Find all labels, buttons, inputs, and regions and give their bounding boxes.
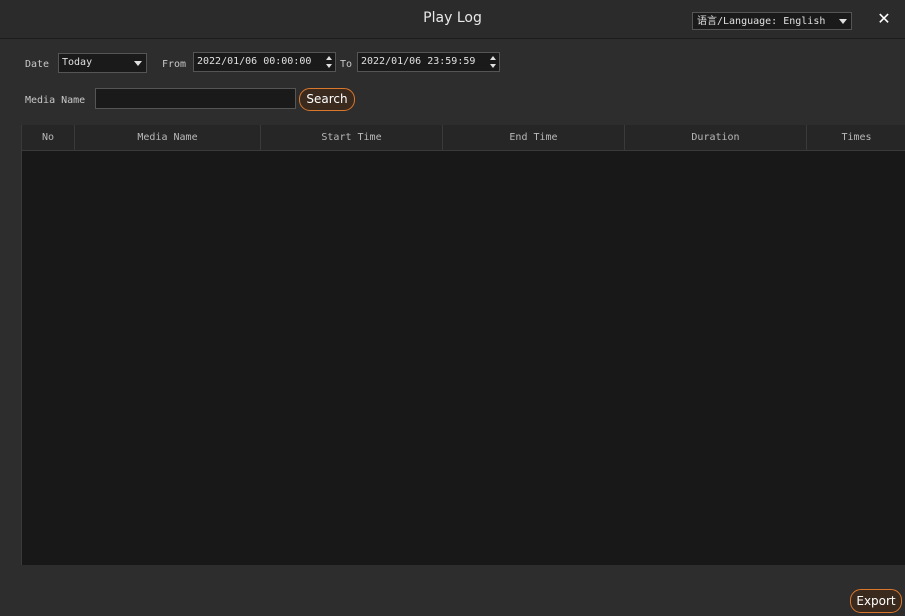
export-button[interactable]: Export	[850, 589, 902, 613]
from-datetime-field[interactable]: 2022/01/06 00:00:00	[193, 52, 336, 72]
title-bar: Play Log 语言/Language: English ✕	[0, 0, 905, 39]
to-label: To	[340, 59, 353, 70]
date-dropdown-value: Today	[62, 57, 93, 68]
spin-down-icon	[490, 64, 496, 68]
column-header-duration[interactable]: Duration	[625, 125, 807, 150]
date-label: Date	[25, 59, 50, 70]
table-body	[22, 151, 905, 565]
media-name-label: Media Name	[25, 95, 86, 106]
chevron-down-icon	[839, 19, 847, 24]
chevron-down-icon	[134, 61, 142, 66]
play-log-table: No Media Name Start Time End Time Durati…	[21, 125, 905, 565]
spin-down-icon	[326, 64, 332, 68]
spin-up-icon	[490, 56, 496, 60]
language-dropdown[interactable]: 语言/Language: English	[692, 12, 852, 30]
spinner-icon[interactable]	[490, 55, 496, 69]
date-dropdown[interactable]: Today	[58, 53, 147, 73]
table-header: No Media Name Start Time End Time Durati…	[22, 125, 905, 151]
column-header-end-time[interactable]: End Time	[443, 125, 625, 150]
to-datetime-field[interactable]: 2022/01/06 23:59:59	[357, 52, 500, 72]
close-button[interactable]: ✕	[874, 9, 894, 29]
from-datetime-value: 2022/01/06 00:00:00	[197, 56, 312, 67]
spin-up-icon	[326, 56, 332, 60]
from-label: From	[162, 59, 187, 70]
to-datetime-value: 2022/01/06 23:59:59	[361, 56, 476, 67]
search-button[interactable]: Search	[299, 88, 355, 111]
column-header-no[interactable]: No	[22, 125, 75, 150]
column-header-media-name[interactable]: Media Name	[75, 125, 261, 150]
language-dropdown-label: 语言/Language: English	[697, 16, 826, 27]
column-header-start-time[interactable]: Start Time	[261, 125, 443, 150]
column-header-times[interactable]: Times	[807, 125, 905, 150]
spinner-icon[interactable]	[326, 55, 332, 69]
media-name-input[interactable]	[95, 88, 296, 109]
